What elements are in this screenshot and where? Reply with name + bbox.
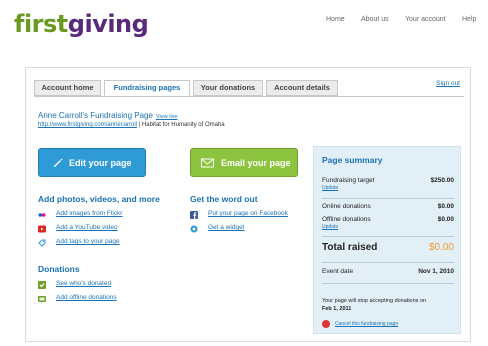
nav-help[interactable]: Help xyxy=(462,16,476,23)
offline-donations-row: Offline donations $0.00 Update xyxy=(322,216,454,234)
online-donations-row: Online donations $0.00 xyxy=(322,203,454,213)
summary-title: Page summary xyxy=(322,155,383,165)
target-label: Fundraising target xyxy=(322,177,375,184)
share-heading: Get the word out xyxy=(190,194,258,204)
nav-about-us[interactable]: About us xyxy=(361,16,389,23)
offline-donations-label: Offline donations xyxy=(322,216,371,223)
online-donations-label: Online donations xyxy=(322,203,371,210)
facebook-icon xyxy=(190,211,198,219)
tab-account-home[interactable]: Account home xyxy=(34,80,101,96)
facebook-link[interactable]: Put your page on Facebook xyxy=(208,210,288,217)
cancel-page-link[interactable]: Cancel this fundraising page xyxy=(335,321,398,327)
pencil-icon xyxy=(54,158,63,167)
see-donors-link[interactable]: See who's donated xyxy=(56,280,111,287)
tags-link[interactable]: Add tags to your page xyxy=(56,238,120,245)
youtube-link[interactable]: Add a YouTube video xyxy=(56,224,118,231)
widget-link[interactable]: Get a widget xyxy=(208,224,245,231)
nav-your-account[interactable]: Your account xyxy=(405,16,446,23)
offline-donations-value: $0.00 xyxy=(437,216,454,223)
page-url-link[interactable]: http://www.firstgiving.com/annecarroll xyxy=(38,122,137,128)
target-value: $250.00 xyxy=(430,177,455,184)
page-title: Anne Carroll's Fundraising Page View live xyxy=(38,111,178,120)
tab-account-details[interactable]: Account details xyxy=(266,80,338,96)
youtube-icon xyxy=(38,225,46,233)
total-raised-row: Total raised $0.00 xyxy=(322,242,454,256)
deadline-text: Your page will stop accepting donations … xyxy=(322,298,427,304)
charity-name: | Habitat for Humanity of Omaha xyxy=(137,122,225,128)
cancel-icon xyxy=(322,320,330,328)
online-donations-value: $0.00 xyxy=(437,203,454,210)
view-live-link[interactable]: View live xyxy=(156,114,178,120)
flickr-link[interactable]: Add images from Flickr xyxy=(56,210,122,217)
add-donation-icon xyxy=(38,296,46,302)
event-date-row: Event date Nov 1, 2010 xyxy=(322,268,454,278)
top-navigation: Home About us Your account Help xyxy=(0,16,488,28)
envelope-icon xyxy=(201,158,214,168)
page-url-line: http://www.firstgiving.com/annecarroll |… xyxy=(38,122,225,128)
offline-update-link[interactable]: Update xyxy=(322,224,338,230)
tab-your-donations[interactable]: Your donations xyxy=(193,80,263,96)
edit-page-button[interactable]: Edit your page xyxy=(38,148,146,177)
event-date-label: Event date xyxy=(322,268,354,275)
page-summary-panel: Page summary Fundraising target $250.00 … xyxy=(313,146,461,334)
donors-icon xyxy=(38,281,46,289)
summary-divider xyxy=(322,283,454,284)
sign-out-link[interactable]: Sign out xyxy=(436,80,460,87)
account-panel: Account home Fundraising pages Your dona… xyxy=(25,67,471,342)
nav-home[interactable]: Home xyxy=(326,16,345,23)
summary-divider xyxy=(322,198,454,199)
target-update-link[interactable]: Update xyxy=(322,185,338,191)
header: firstgiving Home About us Your account H… xyxy=(0,0,488,55)
tab-fundraising-pages[interactable]: Fundraising pages xyxy=(104,80,190,96)
offline-donations-link[interactable]: Add offline donations xyxy=(56,294,117,301)
widget-icon xyxy=(190,225,198,233)
total-raised-label: Total raised xyxy=(322,242,378,253)
fundraising-page-title: Anne Carroll's Fundraising Page xyxy=(38,111,153,120)
donations-heading: Donations xyxy=(38,264,80,274)
email-page-button[interactable]: Email your page xyxy=(190,148,298,177)
deadline-note: Your page will stop accepting donations … xyxy=(322,297,456,313)
tab-divider xyxy=(34,96,464,97)
summary-divider xyxy=(322,236,454,237)
email-page-label: Email your page xyxy=(221,158,291,168)
deadline-date: Feb 1, 2011 xyxy=(322,306,352,312)
flickr-icon xyxy=(38,213,46,217)
summary-divider xyxy=(322,262,454,263)
edit-page-label: Edit your page xyxy=(69,158,132,168)
event-date-value: Nov 1, 2010 xyxy=(418,268,454,275)
total-raised-value: $0.00 xyxy=(428,242,454,253)
target-row: Fundraising target $250.00 Update xyxy=(322,177,454,195)
media-heading: Add photos, videos, and more xyxy=(38,194,160,204)
tag-icon xyxy=(38,239,46,247)
